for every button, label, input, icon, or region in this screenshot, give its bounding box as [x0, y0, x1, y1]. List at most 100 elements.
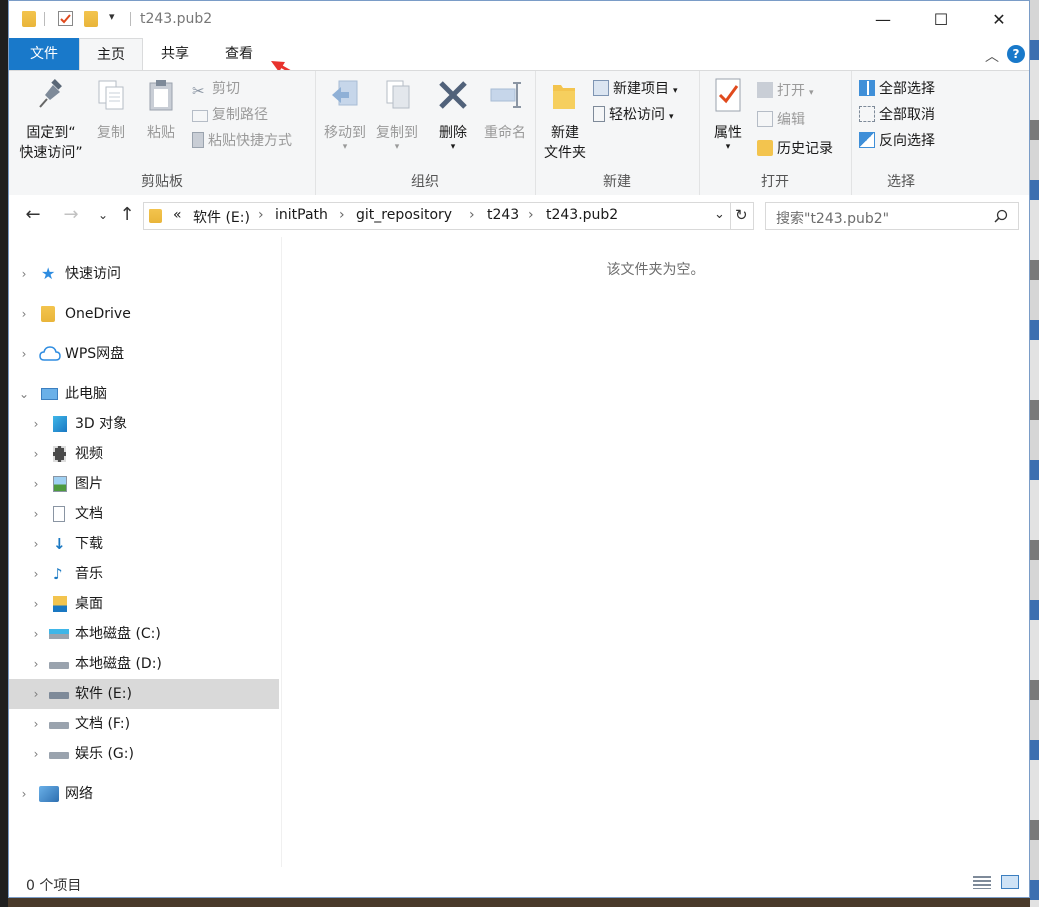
large-icons-view-icon[interactable] [1001, 875, 1019, 889]
chevron-right-icon[interactable]: › [29, 469, 43, 499]
chevron-right-icon[interactable]: › [17, 259, 31, 289]
customize-toolbar-icon[interactable]: ▾ [109, 10, 115, 23]
new-folder-quick-icon[interactable] [84, 11, 98, 27]
tab-view[interactable]: 查看 [207, 38, 271, 70]
sidebar-item-onedrive[interactable]: › OneDrive [9, 299, 279, 329]
properties-quick-icon[interactable] [58, 11, 73, 26]
maximize-button[interactable]: ☐ [918, 1, 964, 37]
chevron-right-icon[interactable]: › [29, 529, 43, 559]
new-group-label: 新建 [603, 174, 631, 190]
chevron-right-icon[interactable]: › [29, 739, 43, 769]
drive-icon [49, 662, 69, 669]
chevron-right-icon[interactable]: › [29, 619, 43, 649]
tab-file[interactable]: 文件 [9, 38, 79, 70]
sidebar-item-label: 下载 [75, 536, 103, 552]
sidebar-item-label: 文档 [75, 506, 103, 522]
sidebar-item-drive-g[interactable]: › 娱乐 (G:) [9, 739, 279, 769]
help-icon[interactable]: ? [1007, 45, 1025, 63]
chevron-right-icon[interactable]: › [29, 709, 43, 739]
breadcrumb-overflow[interactable]: « [173, 207, 182, 223]
chevron-right-icon[interactable]: › [29, 499, 43, 529]
select-none-label: 全部取消 [879, 107, 935, 123]
ribbon: 固定到“ 快速访问” 复制 粘贴 ✂ 剪切 复制路径 粘贴快捷方式 剪贴板 移动… [9, 70, 1029, 196]
minimize-button[interactable]: — [860, 1, 906, 37]
chevron-right-icon[interactable]: › [17, 779, 31, 809]
sidebar-item-documents[interactable]: › 文档 [9, 499, 279, 529]
breadcrumb-t243[interactable]: t243 [487, 207, 519, 223]
chevron-right-icon[interactable]: › [29, 559, 43, 589]
chevron-right-icon[interactable]: › [17, 299, 31, 329]
chevron-right-icon[interactable]: › [29, 589, 43, 619]
select-none-icon [859, 106, 875, 122]
sidebar-item-this-pc[interactable]: ⌄ 此电脑 [9, 379, 279, 409]
sidebar-item-drive-c[interactable]: › 本地磁盘 (C:) [9, 619, 279, 649]
new-folder-button[interactable]: 新建 文件夹 [539, 77, 591, 163]
sidebar-item-drive-f[interactable]: › 文档 (F:) [9, 709, 279, 739]
breadcrumb-drive[interactable]: 软件 (E:) [193, 207, 250, 227]
recent-locations-button[interactable]: ⌄ [91, 201, 115, 229]
select-none-button[interactable]: 全部取消 [859, 104, 935, 126]
tab-home[interactable]: 主页 [79, 38, 143, 71]
chevron-right-icon[interactable]: › [29, 409, 43, 439]
copy-to-icon [386, 80, 410, 109]
back-button[interactable]: ← [21, 201, 45, 229]
sidebar-item-network[interactable]: › 网络 [9, 779, 279, 809]
network-icon [39, 786, 59, 802]
chevron-right-icon[interactable]: › [17, 339, 31, 369]
breadcrumb-git-repository[interactable]: git_repository [356, 207, 452, 223]
copy-button[interactable]: 复制 [89, 77, 133, 143]
sidebar-item-desktop[interactable]: › 桌面 [9, 589, 279, 619]
pin-quick-access-button[interactable]: 固定到“ 快速访问” [17, 77, 85, 163]
breadcrumb-initpath[interactable]: initPath [275, 207, 328, 223]
sidebar-item-videos[interactable]: › 视频 [9, 439, 279, 469]
sidebar-item-wps[interactable]: › WPS网盘 [9, 339, 279, 369]
refresh-icon[interactable]: ↻ [735, 206, 748, 224]
paste-shortcut-button[interactable]: 粘贴快捷方式 [192, 130, 292, 152]
chevron-right-icon[interactable]: › [29, 679, 43, 709]
close-button[interactable]: ✕ [976, 1, 1022, 37]
forward-button[interactable]: → [59, 201, 83, 229]
select-all-icon [859, 80, 875, 96]
collapse-ribbon-icon[interactable]: ︿ [985, 46, 999, 66]
paste-button[interactable]: 粘贴 [139, 77, 183, 143]
search-box[interactable]: 搜索"t243.pub2" [765, 202, 1019, 230]
sidebar-item-drive-d[interactable]: › 本地磁盘 (D:) [9, 649, 279, 679]
select-all-button[interactable]: 全部选择 [859, 78, 935, 100]
chevron-down-icon[interactable]: ⌄ [17, 379, 31, 409]
copy-to-button[interactable]: 复制到 ▾ [373, 77, 421, 152]
easy-access-button[interactable]: 轻松访问 ▾ [593, 104, 674, 126]
chevron-right-icon[interactable]: › [29, 649, 43, 679]
copy-path-button[interactable]: 复制路径 [192, 104, 268, 126]
history-button[interactable]: 历史记录 [757, 138, 833, 160]
sidebar-item-drive-e[interactable]: › 软件 (E:) [9, 679, 279, 709]
download-icon: ↓ [53, 535, 66, 553]
open-button[interactable]: 打开 ▾ [757, 80, 814, 102]
address-bar[interactable]: « 软件 (E:) › initPath › git_repository › … [143, 202, 754, 230]
sidebar-item-music[interactable]: › ♪ 音乐 [9, 559, 279, 589]
breadcrumb-current[interactable]: t243.pub2 [546, 207, 618, 223]
new-item-icon [593, 80, 609, 96]
sidebar-item-3d-objects[interactable]: › 3D 对象 [9, 409, 279, 439]
move-to-icon [332, 80, 358, 106]
music-icon: ♪ [53, 565, 63, 583]
cut-button[interactable]: ✂ 剪切 [192, 78, 240, 100]
sidebar-item-quick-access[interactable]: › ★ 快速访问 [9, 259, 279, 289]
easy-access-dropdown-icon: ▾ [669, 112, 674, 122]
search-icon[interactable] [994, 209, 1008, 223]
rename-button[interactable]: 重命名 [479, 77, 531, 143]
delete-button[interactable]: 删除 ▾ [433, 77, 473, 152]
up-button[interactable]: ↑ [115, 201, 139, 229]
search-input[interactable]: 搜索"t243.pub2" [776, 208, 889, 228]
sidebar-item-downloads[interactable]: › ↓ 下载 [9, 529, 279, 559]
address-dropdown-icon[interactable]: ⌄ [714, 207, 725, 222]
chevron-right-icon[interactable]: › [29, 439, 43, 469]
sidebar-item-pictures[interactable]: › 图片 [9, 469, 279, 499]
properties-button[interactable]: 属性 ▾ [705, 77, 751, 152]
invert-selection-button[interactable]: 反向选择 [859, 130, 935, 152]
new-item-button[interactable]: 新建项目 ▾ [593, 78, 678, 100]
file-list[interactable]: 该文件夹为空。 [281, 237, 1029, 867]
details-view-icon[interactable] [973, 876, 991, 889]
edit-button[interactable]: 编辑 [757, 109, 805, 131]
tab-share[interactable]: 共享 [143, 38, 207, 70]
move-to-button[interactable]: 移动到 ▾ [321, 77, 369, 152]
